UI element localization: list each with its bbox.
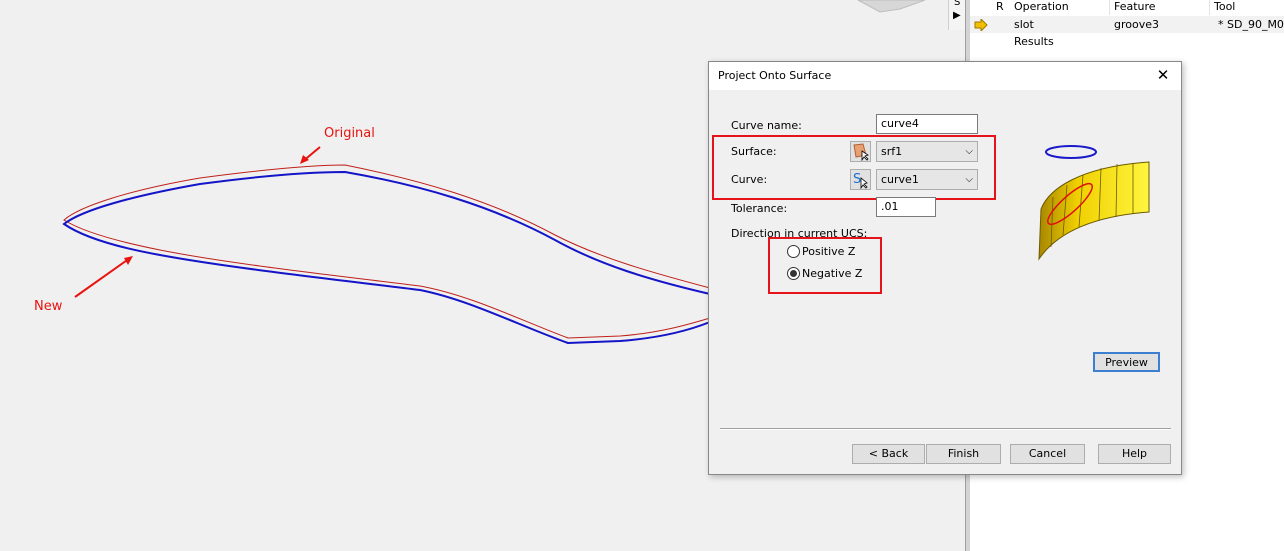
projection-illustration (1038, 145, 1150, 261)
finish-button[interactable]: Finish (926, 444, 1001, 464)
project-onto-surface-dialog: Project Onto Surface ✕ Curve name: curve… (708, 61, 1182, 475)
help-button[interactable]: Help (1098, 444, 1171, 464)
feature-cell: groove3 (1114, 18, 1159, 31)
view-cube (857, 0, 926, 13)
arrow-right-icon (974, 19, 988, 31)
operation-cell: Results (1014, 35, 1054, 48)
preview-button[interactable]: Preview (1093, 352, 1160, 372)
new-arrow (74, 257, 131, 298)
highlight-box-direction (768, 237, 882, 294)
table-row[interactable]: Results (970, 33, 1284, 50)
side-strip-label: S (954, 0, 961, 8)
side-strip: S ▶ (948, 0, 965, 30)
column-header-operation[interactable]: Operation (1010, 0, 1110, 15)
column-header-feature[interactable]: Feature (1110, 0, 1210, 15)
column-header-tool[interactable]: Tool (1210, 0, 1284, 15)
expand-arrow-icon[interactable]: ▶ (953, 10, 961, 21)
dialog-separator (720, 428, 1171, 430)
cancel-button[interactable]: Cancel (1010, 444, 1085, 464)
tolerance-input[interactable]: .01 (876, 197, 936, 217)
dialog-title: Project Onto Surface (718, 69, 832, 82)
tolerance-label: Tolerance: (731, 202, 788, 215)
tool-cell: * SD_90_M020 (1218, 18, 1284, 31)
back-button[interactable]: < Back (852, 444, 925, 464)
label-original: Original (324, 126, 375, 141)
operation-cell: slot (1014, 18, 1034, 31)
highlight-box-surface-curve (712, 135, 996, 200)
curve-name-input[interactable]: curve4 (876, 114, 978, 134)
table-row[interactable]: slot groove3 * SD_90_M020 (970, 16, 1284, 33)
close-icon[interactable]: ✕ (1153, 65, 1173, 85)
column-header-r[interactable]: R (992, 0, 1012, 15)
dialog-titlebar[interactable]: Project Onto Surface ✕ (709, 62, 1181, 90)
new-curve (62, 170, 711, 345)
curve-name-label: Curve name: (731, 119, 802, 132)
label-new: New (34, 299, 63, 314)
